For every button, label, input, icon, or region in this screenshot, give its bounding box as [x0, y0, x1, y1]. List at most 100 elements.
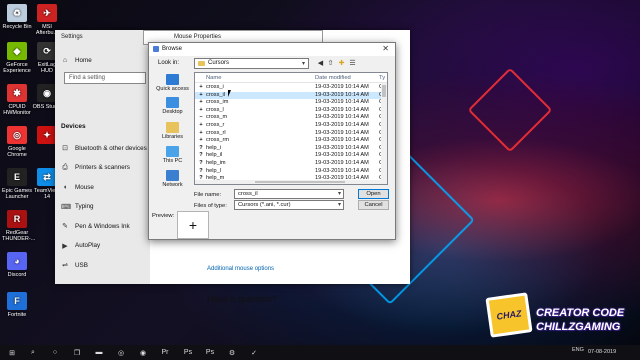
settings-sidebar: Settings ⌂ Home Find a setting Devices ⊡…	[55, 30, 150, 284]
file-date: 19-03-2019 10:14 AM	[315, 137, 369, 144]
settings-nav-label: Pen & Windows Ink	[75, 222, 130, 230]
desktop-shortcut[interactable]: ◆ GeForce Experience	[2, 42, 32, 74]
settings-nav-item[interactable]: ⊡ Bluetooth & other devices	[61, 142, 147, 154]
file-row[interactable]: ?help_im19-03-2019 10:14 AMCu	[195, 160, 386, 168]
file-date: 19-03-2019 10:14 AM	[315, 84, 369, 90]
place-label: Network	[162, 182, 183, 188]
chaz-logo: CHAZ	[485, 292, 533, 338]
new-folder-icon[interactable]: ✚	[337, 59, 346, 68]
start-icon[interactable]: ⊞	[7, 348, 17, 357]
file-name: cross_m	[206, 114, 228, 121]
creator-code-line: CREATOR CODE	[536, 307, 625, 319]
place-item[interactable]: Quick access	[155, 74, 190, 92]
task-view-icon[interactable]: ❐	[72, 348, 82, 357]
discord-icon: ◕	[7, 252, 27, 270]
column-type-header[interactable]: Ty	[379, 75, 385, 81]
scroll-thumb[interactable]	[382, 85, 386, 97]
clock-date[interactable]: 07-08-2019	[588, 349, 616, 355]
fortnite-icon: F	[7, 292, 27, 310]
file-row[interactable]: +cross_il19-03-2019 10:14 AMCu	[195, 91, 386, 100]
desktop-shortcut[interactable]: R RedGear THUNDER-...	[2, 210, 36, 242]
settings-nav-item[interactable]: ◖ Mouse	[61, 181, 94, 193]
search-icon[interactable]: ⌕	[28, 348, 38, 357]
place-item[interactable]: Desktop	[155, 97, 190, 115]
file-row[interactable]: +cross_im19-03-2019 10:14 AMCu	[195, 99, 386, 107]
file-date: 19-03-2019 10:14 AM	[315, 99, 369, 106]
horizontal-scrollbar[interactable]	[195, 180, 381, 184]
settings-nav-item[interactable]: ✎ Pen & Windows Ink	[61, 220, 130, 232]
file-name-input[interactable]: cross_il ▾	[234, 189, 344, 199]
file-row[interactable]: +cross_i19-03-2019 10:14 AMCu	[195, 84, 386, 92]
desktop-shortcut[interactable]: E Epic Games Launcher	[2, 168, 32, 200]
vertical-scrollbar[interactable]	[381, 83, 387, 184]
column-date-header[interactable]: Date modified	[315, 75, 351, 81]
place-label: Quick access	[156, 86, 189, 92]
file-list-header: Name Date modified Ty	[195, 73, 387, 83]
desktop-shortcut-label: RedGear THUNDER-...	[2, 230, 36, 242]
file-name: cross_i	[206, 84, 224, 90]
desktop-shortcut[interactable]: ◎ Google Chrome	[2, 126, 32, 158]
file-row[interactable]: ?help_l19-03-2019 10:14 AMCu	[195, 167, 386, 176]
desktop-shortcut-label: Epic Games Launcher	[2, 188, 32, 200]
obs-studio-icon: ◉	[37, 84, 57, 102]
view-menu-icon[interactable]: ☰	[348, 59, 357, 68]
nike-icon[interactable]: ✓	[249, 348, 259, 357]
file-row[interactable]: +cross_l19-03-2019 10:14 AMCu	[195, 107, 386, 115]
file-name-label: File name:	[194, 192, 222, 198]
bluetooth-icon: ⊡	[62, 145, 68, 152]
file-row[interactable]: +cross_rl19-03-2019 10:14 AMCu	[195, 129, 386, 138]
chrome-taskbar-icon[interactable]: ◎	[116, 348, 126, 357]
file-row[interactable]: –cross_m19-03-2019 10:14 AMCu	[195, 114, 386, 122]
open-button[interactable]: Open	[358, 189, 389, 199]
look-in-select[interactable]: Cursors ▾	[194, 58, 309, 69]
premiere-icon[interactable]: Pr	[160, 348, 170, 357]
file-row[interactable]: +cross_r19-03-2019 10:14 AMCu	[195, 122, 386, 130]
photoshop2-icon[interactable]: Ps	[205, 348, 215, 357]
cursor-file-icon: ?	[199, 152, 203, 159]
settings-nav-item[interactable]: ⇌ USB	[61, 259, 88, 271]
desktop-shortcut[interactable]: ♻ Recycle Bin	[2, 4, 32, 30]
desktop-shortcut[interactable]: ✱ CPUID HWMonitor	[2, 84, 32, 116]
file-date: 19-03-2019 10:14 AM	[315, 129, 369, 136]
keyboard-icon: ⌨	[61, 203, 72, 211]
file-row[interactable]: ?help_i19-03-2019 10:14 AMCu	[195, 145, 386, 153]
desktop-shortcut[interactable]: ◕ Discord	[2, 252, 32, 278]
file-explorer-icon[interactable]: ▬	[94, 348, 104, 357]
settings-section-title: Devices	[61, 123, 86, 130]
settings-home[interactable]: ⌂ Home	[61, 54, 92, 66]
spotify-icon[interactable]: ◉	[138, 348, 148, 357]
desktop-shortcut[interactable]: F Fortnite	[2, 292, 32, 318]
file-name: cross_im	[206, 99, 229, 106]
language-indicator[interactable]: ENG	[572, 347, 584, 353]
cancel-button[interactable]: Cancel	[358, 200, 389, 210]
cursor-file-icon: ?	[199, 167, 203, 174]
epic-games-icon: E	[7, 168, 27, 186]
printer-icon: ⎙	[62, 163, 68, 171]
file-row[interactable]: +cross_rm19-03-2019 10:14 AMCu	[195, 137, 386, 145]
file-name: cross_rl	[206, 129, 226, 136]
wallpaper-glow-shape	[467, 67, 553, 153]
up-folder-icon[interactable]: ⇧	[326, 59, 335, 68]
additional-mouse-options-link[interactable]: Additional mouse options	[207, 266, 274, 272]
find-setting-input[interactable]: Find a setting	[64, 72, 146, 84]
place-item[interactable]: This PC	[155, 146, 190, 164]
photoshop-icon[interactable]: Ps	[183, 348, 193, 357]
settings-nav-item[interactable]: ⌨ Typing	[61, 201, 94, 213]
file-date: 19-03-2019 10:14 AM	[315, 114, 369, 121]
file-row[interactable]: ?help_il19-03-2019 10:14 AMCu	[195, 152, 386, 160]
files-of-type-select[interactable]: Cursors (*.ani, *.cur) ▾	[234, 200, 344, 210]
close-icon[interactable]: ✕	[382, 44, 389, 53]
scroll-thumb[interactable]	[255, 181, 345, 183]
chevron-down-icon: ▾	[337, 202, 341, 208]
settings-taskbar-icon[interactable]: ⚙	[227, 348, 237, 357]
settings-nav-item[interactable]: ▶ AutoPlay	[61, 240, 100, 252]
msi-afterburner-icon: ✈	[37, 4, 57, 22]
place-label: Desktop	[162, 109, 183, 115]
back-icon[interactable]: ◀	[316, 59, 325, 68]
column-name-header[interactable]: Name	[206, 75, 221, 81]
place-item[interactable]: Network	[155, 170, 190, 188]
cortana-icon[interactable]: ○	[50, 348, 60, 357]
place-item[interactable]: Libraries	[155, 122, 190, 140]
settings-nav-item[interactable]: ⎙ Printers & scanners	[61, 162, 130, 174]
file-list[interactable]: Name Date modified Ty + cross_i 19-03-2019…	[194, 72, 388, 185]
